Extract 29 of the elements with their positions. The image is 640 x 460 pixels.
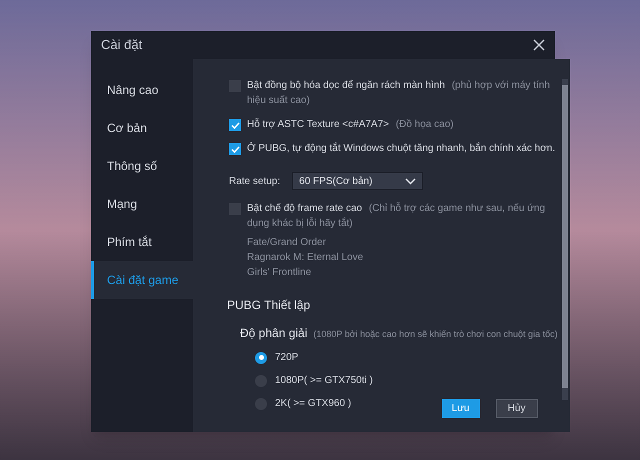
cancel-button[interactable]: Hủy bbox=[496, 399, 538, 418]
sidebar-item[interactable]: Cơ bản bbox=[91, 109, 193, 147]
radio-label: 1080P( >= GTX750ti ) bbox=[275, 374, 373, 388]
field-label: Độ phân giải bbox=[240, 325, 308, 342]
checkbox[interactable] bbox=[229, 119, 241, 131]
close-icon bbox=[533, 39, 545, 51]
option-label: Bật chế độ frame rate cao (Chỉ hỗ trợ các game như sau, nếu ứng dụng khác bị lỗi hãy tắt) bbox=[247, 201, 546, 231]
game-name: Ragnarok M: Eternal Love bbox=[247, 251, 364, 265]
option-label: Hỗ trợ ASTC Texture <c#A7A7> (Đồ họa cao) bbox=[247, 117, 454, 132]
field-note: (1080P bởi hoặc cao hơn sẽ khiến trò chơi con chuột gia tốc) bbox=[313, 328, 558, 341]
game-name: Girls' Frontline bbox=[247, 266, 312, 280]
section-title: PUBG Thiết lập bbox=[227, 297, 312, 314]
sidebar-item[interactable]: Nâng cao bbox=[91, 71, 193, 109]
radio-button[interactable] bbox=[255, 352, 267, 364]
sidebar-item[interactable]: Cài đặt game bbox=[91, 261, 193, 299]
chevron-down-icon bbox=[405, 178, 416, 184]
radio-label: 2K( >= GTX960 ) bbox=[275, 397, 352, 411]
checkbox[interactable] bbox=[229, 143, 241, 155]
sidebar-item[interactable]: Thông số bbox=[91, 147, 193, 185]
window-title: Cài đặt bbox=[101, 36, 142, 54]
option-label: Bật đồng bộ hóa dọc để ngăn rách màn hình (phủ hợp với máy tính hiệu suất cao) bbox=[247, 78, 551, 108]
field-label: Rate setup: bbox=[229, 174, 280, 188]
close-button[interactable] bbox=[531, 37, 547, 53]
sidebar-item[interactable]: Phím tắt bbox=[91, 223, 193, 261]
radio-label: 720P bbox=[275, 351, 298, 365]
sidebar-item[interactable]: Mạng bbox=[91, 185, 193, 223]
game-name: Fate/Grand Order bbox=[247, 236, 327, 250]
option-label: Ở PUBG, tự động tắt Windows chuột tăng nhanh, bắn chính xác hơn. bbox=[247, 141, 556, 156]
fps-dropdown[interactable]: 60 FPS(Cơ bản) bbox=[292, 172, 424, 190]
